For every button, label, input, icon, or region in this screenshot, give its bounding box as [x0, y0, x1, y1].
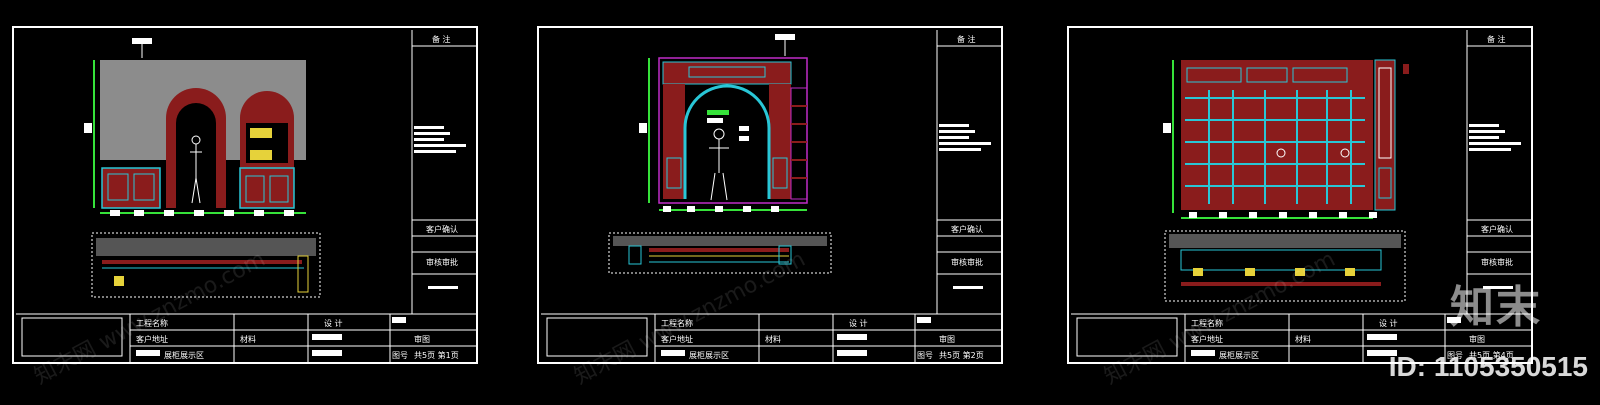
remark-label: 备 注 [432, 35, 451, 44]
drawing-sheet-1: 备 注 客户确认 审核审批 工程名称 客户地址 展柜展示区 材料 设 计 审图 … [12, 26, 478, 364]
material-label: 材料 [240, 335, 256, 344]
design-label: 设 计 [1379, 319, 1398, 328]
review-label: 审图 [939, 335, 955, 344]
drawing-name-label: 展柜展示区 [164, 351, 204, 360]
review-label: 审图 [1469, 335, 1485, 344]
review-label: 审图 [414, 335, 430, 344]
material-label: 材料 [1295, 335, 1311, 344]
elevation-drawing-arched-cabinet [16, 30, 476, 362]
remark-label: 备 注 [957, 35, 976, 44]
client-confirm-label: 客户确认 [951, 225, 983, 234]
material-label: 材料 [765, 335, 781, 344]
design-label: 设 计 [849, 319, 868, 328]
approval-label: 审核审批 [1481, 258, 1513, 267]
drawing-sheet-2: 备 注 客户确认 审核审批 工程名称 客户地址 展柜展示区 材料 设 计 审图 … [537, 26, 1003, 364]
client-confirm-label: 客户确认 [426, 225, 458, 234]
client-confirm-label: 客户确认 [1481, 225, 1513, 234]
approval-label: 审核审批 [426, 258, 458, 267]
sheet-count-label: 共5页 第2页 [939, 351, 984, 360]
watermark-logo: 知末 [1450, 282, 1542, 333]
remark-label: 备 注 [1487, 35, 1506, 44]
design-label: 设 计 [324, 319, 343, 328]
drawing-name-label: 展柜展示区 [1219, 351, 1259, 360]
drawing-no-label: 图号 [917, 351, 933, 360]
elevation-drawing-doorway [541, 30, 1001, 362]
approval-label: 审核审批 [951, 258, 983, 267]
watermark-id: ID: 1105350515 [1388, 351, 1588, 382]
sheet-count-label: 共5页 第1页 [414, 351, 459, 360]
drawing-no-label: 图号 [392, 351, 408, 360]
drawing-name-label: 展柜展示区 [689, 351, 729, 360]
